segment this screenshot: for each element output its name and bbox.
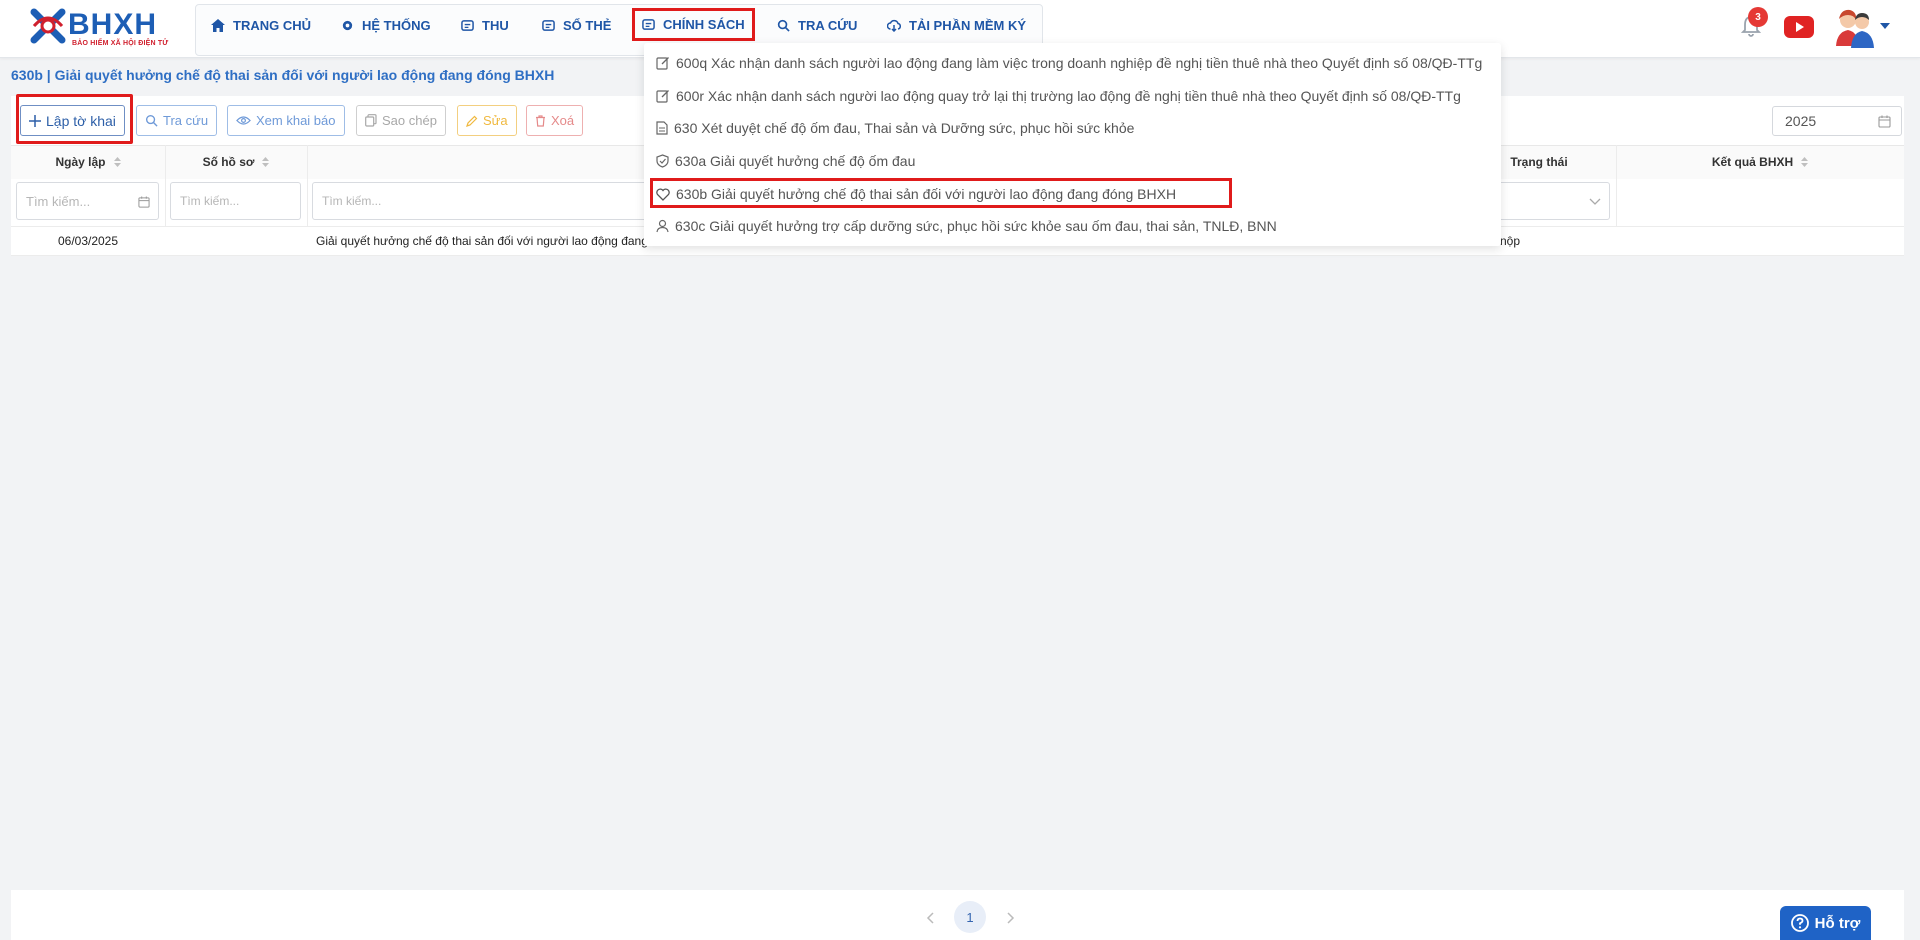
- page-number[interactable]: 1: [954, 901, 986, 933]
- menu-item-630[interactable]: 630 Xét duyệt chế độ ốm đau, Thai sản và…: [656, 115, 1134, 141]
- row-file-no: [165, 227, 307, 255]
- create-button-highlight: [16, 94, 133, 144]
- delete-button-label: Xoá: [551, 113, 575, 128]
- copy-button-label: Sao chép: [382, 113, 437, 128]
- policy-icon: [642, 19, 655, 30]
- nav-policy[interactable]: CHÍNH SÁCH: [632, 8, 755, 41]
- search-icon: [145, 114, 158, 127]
- nav-lookup-label: TRA CỨU: [798, 17, 858, 33]
- date-filter-input[interactable]: Tìm kiếm...: [16, 182, 159, 220]
- nav-system-label: HỆ THỐNG: [362, 17, 431, 33]
- file-no-filter-input[interactable]: Tìm kiếm...: [170, 182, 301, 220]
- document-icon: [656, 121, 668, 135]
- sort-icon: [1801, 157, 1809, 167]
- column-header-result[interactable]: Kết quả BHXH: [1616, 145, 1904, 179]
- year-value: 2025: [1785, 113, 1817, 129]
- result-header-label: Kết quả BHXH: [1711, 155, 1794, 169]
- logo-text: BHXH: [68, 8, 158, 41]
- column-header-file-no[interactable]: Số hồ sơ: [165, 145, 307, 179]
- name-filter-input[interactable]: Tìm kiếm...: [312, 182, 652, 220]
- page-title: 630b | Giải quyết hưởng chế độ thai sản …: [11, 67, 555, 83]
- edit-button[interactable]: Sửa: [457, 105, 517, 136]
- file-no-header-label: Số hồ sơ: [202, 155, 255, 169]
- year-picker[interactable]: 2025: [1772, 106, 1902, 136]
- name-filter-placeholder: Tìm kiếm...: [322, 194, 382, 208]
- logo-mark-icon: [30, 8, 66, 44]
- lookup-button-label: Tra cứu: [163, 113, 209, 128]
- date-filter-placeholder: Tìm kiếm...: [26, 193, 91, 209]
- avatar[interactable]: [1834, 6, 1876, 48]
- chevron-down-icon[interactable]: [1880, 23, 1890, 29]
- column-divider: [307, 145, 308, 226]
- trash-icon: [536, 114, 545, 127]
- copy-button[interactable]: Sao chép: [356, 105, 446, 136]
- bhxh-logo[interactable]: BHXH BẢO HIỂM XÃ HỘI ĐIỆN TỬ: [28, 6, 176, 50]
- menu-item-600q[interactable]: 600q Xác nhận danh sách người lao động đ…: [656, 50, 1482, 76]
- selected-menu-item-highlight: [650, 178, 1232, 208]
- youtube-icon[interactable]: [1784, 16, 1814, 38]
- help-icon: [1790, 914, 1809, 932]
- nav-card-label: SỔ THẺ: [563, 17, 612, 33]
- column-divider: [1616, 145, 1617, 226]
- sort-icon: [113, 157, 121, 167]
- list-icon: [461, 19, 474, 31]
- status-header-label: Trạng thái: [1510, 155, 1568, 169]
- chevron-down-icon: [1589, 198, 1601, 205]
- edit-button-label: Sửa: [483, 113, 508, 128]
- column-divider: [165, 145, 166, 226]
- column-header-date[interactable]: Ngày lập: [11, 145, 165, 179]
- search-icon: [777, 19, 790, 32]
- notification-badge: 3: [1748, 7, 1768, 27]
- chevron-right-icon[interactable]: [1007, 912, 1015, 924]
- nav-home[interactable]: TRANG CHỦ: [211, 11, 311, 39]
- pencil-icon: [466, 115, 478, 127]
- delete-button[interactable]: Xoá: [526, 105, 584, 136]
- eye-icon: [236, 116, 251, 125]
- copy-icon: [365, 114, 377, 127]
- nav-collect[interactable]: THU: [461, 11, 509, 39]
- nav-home-label: TRANG CHỦ: [233, 17, 311, 33]
- date-header-label: Ngày lập: [55, 155, 106, 169]
- calendar-icon: [1878, 115, 1891, 128]
- nav-policy-label: CHÍNH SÁCH: [663, 17, 745, 32]
- file-filter-placeholder: Tìm kiếm...: [180, 194, 240, 208]
- menu-item-label: 600r Xác nhận danh sách người lao động q…: [676, 88, 1461, 104]
- help-button[interactable]: Hỗ trợ: [1780, 906, 1871, 940]
- nav-signing-label: TẢI PHẦN MỀM KÝ: [909, 17, 1026, 33]
- view-button-label: Xem khai báo: [256, 113, 336, 128]
- nav-card[interactable]: SỔ THẺ: [542, 11, 611, 39]
- menu-item-label: 630 Xét duyệt chế độ ốm đau, Thai sản và…: [674, 120, 1135, 136]
- home-icon: [211, 18, 225, 32]
- cloud-download-icon: [887, 19, 901, 32]
- shield-check-icon: [656, 154, 669, 168]
- user-icon: [656, 219, 669, 233]
- edit-icon: [656, 90, 669, 103]
- menu-item-label: 630a Giải quyết hưởng chế độ ốm đau: [675, 153, 916, 169]
- menu-item-630a[interactable]: 630a Giải quyết hưởng chế độ ốm đau: [656, 148, 915, 174]
- card-icon: [542, 19, 555, 31]
- logo-subtitle: BẢO HIỂM XÃ HỘI ĐIỆN TỬ: [72, 40, 169, 47]
- menu-item-label: 630c Giải quyết hưởng trợ cấp dưỡng sức,…: [675, 218, 1277, 234]
- nav-system[interactable]: HỆ THỐNG: [341, 11, 431, 39]
- help-button-label: Hỗ trợ: [1814, 914, 1861, 932]
- row-name: Giải quyết hưởng chế độ thai sản đối với…: [316, 234, 648, 248]
- row-date: 06/03/2025: [57, 234, 119, 248]
- menu-item-600r[interactable]: 600r Xác nhận danh sách người lao động q…: [656, 83, 1461, 109]
- nav-signing[interactable]: TẢI PHẦN MỀM KÝ: [887, 11, 1026, 39]
- gear-icon: [342, 20, 353, 30]
- sort-icon: [262, 157, 270, 167]
- edit-icon: [656, 57, 669, 70]
- menu-item-label: 600q Xác nhận danh sách người lao động đ…: [676, 55, 1483, 71]
- lookup-button[interactable]: Tra cứu: [136, 105, 218, 136]
- view-declaration-button[interactable]: Xem khai báo: [227, 105, 345, 136]
- nav-lookup[interactable]: TRA CỨU: [777, 11, 857, 39]
- nav-collect-label: THU: [482, 17, 509, 33]
- menu-item-630c[interactable]: 630c Giải quyết hưởng trợ cấp dưỡng sức,…: [656, 213, 1277, 239]
- row-status: nộp: [1500, 234, 1521, 248]
- chevron-left-icon[interactable]: [926, 912, 934, 924]
- calendar-icon: [138, 196, 150, 208]
